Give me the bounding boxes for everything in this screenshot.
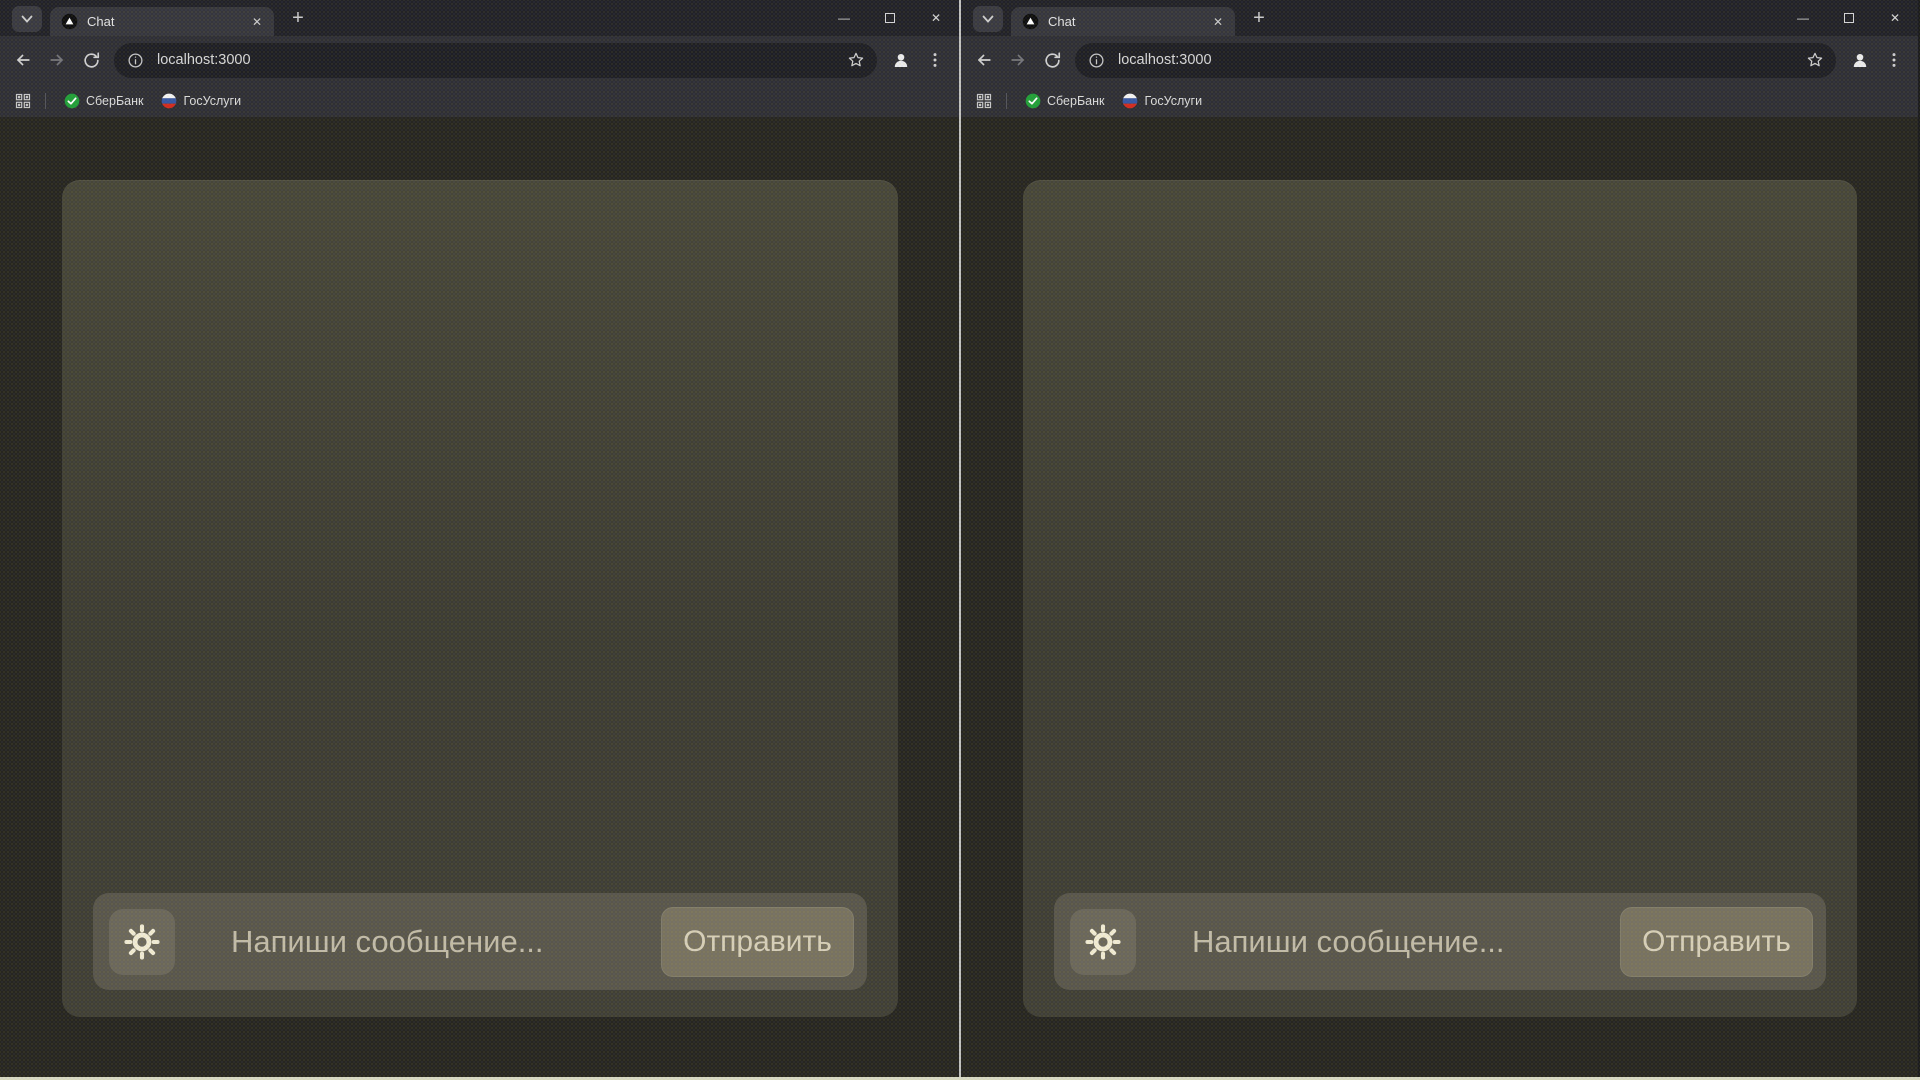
- bookmark-sberbank[interactable]: СберБанк: [1016, 89, 1113, 113]
- bookmark-gosuslugi[interactable]: ГосУслуги: [1113, 89, 1211, 113]
- browser-window-left: Chat ✕ + — ✕ localhost:3000 СберБанк Гос…: [0, 0, 959, 1077]
- browser-menu-button[interactable]: [919, 44, 951, 76]
- kebab-menu-icon: [1886, 52, 1902, 68]
- tab-strip: Chat ✕ + — ✕: [0, 0, 959, 36]
- apps-grid-button[interactable]: [10, 88, 36, 114]
- reload-icon: [1043, 51, 1062, 70]
- message-input[interactable]: [231, 923, 661, 960]
- back-arrow-icon: [974, 50, 994, 70]
- desktop: Chat ✕ + — ✕ localhost:3000 СберБанк Гос…: [0, 0, 1920, 1077]
- send-button[interactable]: Отправить: [1620, 906, 1813, 977]
- apps-grid-icon: [15, 93, 31, 109]
- browser-toolbar: localhost:3000: [961, 36, 1918, 84]
- address-bar[interactable]: localhost:3000: [114, 42, 877, 78]
- window-close-button[interactable]: ✕: [1872, 0, 1918, 36]
- message-input[interactable]: [1192, 923, 1620, 960]
- chevron-down-icon: [20, 14, 34, 24]
- window-maximize-button[interactable]: [1826, 0, 1872, 36]
- apps-grid-button[interactable]: [971, 88, 997, 114]
- maximize-icon: [885, 13, 895, 23]
- avatar-icon: [1849, 49, 1871, 71]
- avatar-icon: [890, 49, 912, 71]
- gosuslugi-icon: [1122, 93, 1138, 109]
- bookmark-sberbank[interactable]: СберБанк: [55, 89, 152, 113]
- reload-button[interactable]: [1036, 44, 1068, 76]
- window-minimize-button[interactable]: —: [1780, 0, 1826, 36]
- chat-container: Отправить: [62, 180, 898, 1017]
- sun-icon: [123, 923, 161, 961]
- reload-icon: [82, 51, 101, 70]
- tab-title: Chat: [87, 14, 115, 29]
- profile-button[interactable]: [1844, 44, 1876, 76]
- reload-button[interactable]: [75, 44, 107, 76]
- star-icon: [847, 51, 865, 69]
- browser-toolbar: localhost:3000: [0, 36, 959, 84]
- bookmark-label: ГосУслуги: [1144, 93, 1203, 108]
- tab-chat[interactable]: Chat ✕: [50, 7, 274, 36]
- bookmarks-bar: СберБанк ГосУслуги: [0, 84, 959, 117]
- info-icon: [127, 52, 144, 69]
- forward-button[interactable]: [1002, 44, 1034, 76]
- tab-search-button[interactable]: [973, 6, 1003, 32]
- chat-favicon-icon: [61, 13, 78, 30]
- browser-window-right: Chat ✕ + — ✕ localhost:3000 СберБанк Гос…: [959, 0, 1918, 1077]
- forward-arrow-icon: [47, 50, 67, 70]
- chevron-down-icon: [981, 14, 995, 24]
- theme-toggle-button[interactable]: [109, 908, 175, 975]
- url-text[interactable]: localhost:3000: [157, 52, 843, 68]
- window-minimize-button[interactable]: —: [821, 0, 867, 36]
- sberbank-icon: [64, 93, 80, 109]
- info-icon: [1088, 52, 1105, 69]
- message-composer: Отправить: [93, 893, 867, 990]
- tab-search-button[interactable]: [12, 6, 42, 32]
- bookmarks-bar: СберБанк ГосУслуги: [961, 84, 1918, 117]
- kebab-menu-icon: [927, 52, 943, 68]
- window-controls: — ✕: [1780, 0, 1918, 36]
- chat-page: Отправить: [961, 117, 1918, 1077]
- chat-page: Отправить: [0, 117, 959, 1077]
- sberbank-icon: [1025, 93, 1041, 109]
- forward-arrow-icon: [1008, 50, 1028, 70]
- site-info-button[interactable]: [1083, 47, 1109, 73]
- tab-close-icon[interactable]: ✕: [248, 13, 266, 31]
- url-text[interactable]: localhost:3000: [1118, 52, 1802, 68]
- profile-button[interactable]: [885, 44, 917, 76]
- chat-container: Отправить: [1023, 180, 1857, 1017]
- maximize-icon: [1844, 13, 1854, 23]
- gosuslugi-icon: [161, 93, 177, 109]
- tab-chat[interactable]: Chat ✕: [1011, 7, 1235, 36]
- message-composer: Отправить: [1054, 893, 1826, 990]
- window-maximize-button[interactable]: [867, 0, 913, 36]
- bookmarks-separator: [1006, 92, 1007, 109]
- browser-menu-button[interactable]: [1878, 44, 1910, 76]
- tab-strip: Chat ✕ + — ✕: [961, 0, 1918, 36]
- star-icon: [1806, 51, 1824, 69]
- sun-icon: [1084, 923, 1122, 961]
- bookmark-star-button[interactable]: [843, 47, 869, 73]
- bookmark-label: СберБанк: [86, 93, 144, 108]
- window-controls: — ✕: [821, 0, 959, 36]
- back-arrow-icon: [13, 50, 33, 70]
- apps-grid-icon: [976, 93, 992, 109]
- bookmarks-separator: [45, 92, 46, 109]
- theme-toggle-button[interactable]: [1070, 908, 1136, 975]
- back-button[interactable]: [7, 44, 39, 76]
- bookmark-gosuslugi[interactable]: ГосУслуги: [152, 89, 250, 113]
- chat-favicon-icon: [1022, 13, 1039, 30]
- back-button[interactable]: [968, 44, 1000, 76]
- address-bar[interactable]: localhost:3000: [1075, 42, 1836, 78]
- bookmark-label: ГосУслуги: [183, 93, 242, 108]
- bookmark-label: СберБанк: [1047, 93, 1105, 108]
- window-close-button[interactable]: ✕: [913, 0, 959, 36]
- tab-title: Chat: [1048, 14, 1076, 29]
- forward-button[interactable]: [41, 44, 73, 76]
- send-button[interactable]: Отправить: [661, 906, 854, 977]
- new-tab-button[interactable]: +: [1245, 4, 1273, 32]
- site-info-button[interactable]: [122, 47, 148, 73]
- new-tab-button[interactable]: +: [284, 4, 312, 32]
- tab-close-icon[interactable]: ✕: [1209, 13, 1227, 31]
- bookmark-star-button[interactable]: [1802, 47, 1828, 73]
